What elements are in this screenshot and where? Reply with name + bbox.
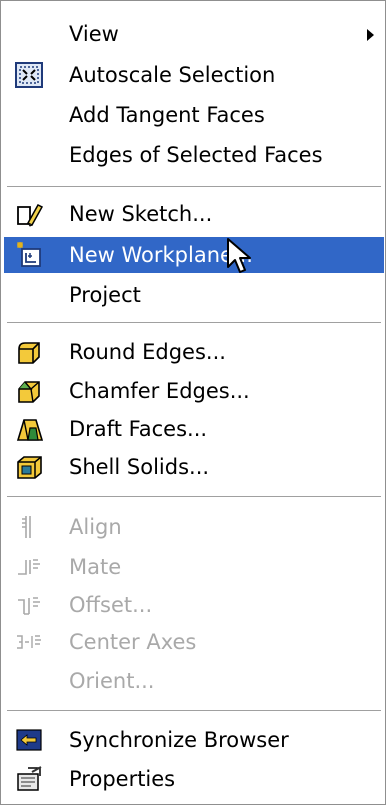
menu-item-shell-solids[interactable]: Shell Solids... bbox=[4, 449, 384, 485]
menu-item-chamfer-edges[interactable]: Chamfer Edges... bbox=[4, 373, 384, 409]
context-menu: View Autoscale Selection Add Tangent Fac… bbox=[0, 0, 386, 805]
menu-item-round-edges[interactable]: Round Edges... bbox=[4, 334, 384, 370]
menu-item-synchronize-browser[interactable]: Synchronize Browser bbox=[4, 722, 384, 758]
menu-item-new-workplane[interactable]: New Workplane... bbox=[4, 237, 384, 273]
menu-item-label: Shell Solids... bbox=[69, 455, 210, 479]
menu-item-add-tangent-faces[interactable]: Add Tangent Faces bbox=[4, 97, 384, 133]
draft-faces-icon bbox=[16, 419, 44, 441]
new-sketch-icon bbox=[17, 204, 44, 227]
new-workplane-icon bbox=[16, 241, 41, 267]
menu-item-center-axes[interactable]: Center Axes bbox=[4, 624, 384, 660]
offset-icon bbox=[18, 597, 40, 615]
center-axes-icon bbox=[17, 635, 41, 649]
menu-item-align[interactable]: Align bbox=[4, 509, 384, 545]
menu-item-label: Align bbox=[69, 515, 122, 539]
menu-item-label: Autoscale Selection bbox=[69, 63, 276, 87]
menu-item-label: Synchronize Browser bbox=[69, 728, 289, 752]
menu-separator bbox=[7, 186, 381, 188]
menu-item-label: Add Tangent Faces bbox=[69, 103, 265, 127]
menu-item-label: Project bbox=[69, 283, 141, 307]
menu-item-view[interactable]: View bbox=[4, 16, 384, 52]
submenu-arrow-icon bbox=[367, 29, 374, 41]
menu-item-label: Draft Faces... bbox=[69, 417, 208, 441]
chamfer-edges-icon bbox=[18, 381, 40, 403]
menu-item-new-sketch[interactable]: New Sketch... bbox=[4, 196, 384, 232]
menu-item-properties[interactable]: Properties bbox=[4, 761, 384, 797]
menu-item-offset[interactable]: Offset... bbox=[4, 587, 384, 623]
round-edges-icon bbox=[18, 342, 40, 364]
menu-item-mate[interactable]: Mate bbox=[4, 549, 384, 585]
menu-item-label: Offset... bbox=[69, 593, 153, 617]
menu-item-edges-of-selected-faces[interactable]: Edges of Selected Faces bbox=[4, 137, 384, 173]
menu-item-label: Chamfer Edges... bbox=[69, 379, 250, 403]
menu-item-project[interactable]: Project bbox=[4, 277, 384, 313]
menu-separator bbox=[7, 496, 381, 498]
properties-icon bbox=[17, 766, 42, 791]
menu-item-label: Properties bbox=[69, 767, 176, 791]
synchronize-browser-icon bbox=[16, 729, 42, 751]
mouse-pointer-icon bbox=[227, 238, 251, 273]
menu-item-label: Orient... bbox=[69, 669, 155, 693]
menu-separator bbox=[7, 710, 381, 712]
autoscale-icon bbox=[15, 62, 43, 88]
menu-item-autoscale-selection[interactable]: Autoscale Selection bbox=[4, 57, 384, 93]
menu-item-label: Round Edges... bbox=[69, 340, 226, 364]
menu-separator bbox=[7, 322, 381, 324]
align-icon bbox=[22, 516, 31, 538]
menu-item-label: New Sketch... bbox=[69, 202, 213, 226]
menu-item-orient[interactable]: Orient... bbox=[4, 663, 384, 699]
menu-item-label: Center Axes bbox=[69, 630, 197, 654]
menu-item-label: View bbox=[69, 22, 119, 46]
menu-item-label: Mate bbox=[69, 555, 122, 579]
menu-item-label: Edges of Selected Faces bbox=[69, 143, 323, 167]
menu-item-draft-faces[interactable]: Draft Faces... bbox=[4, 411, 384, 447]
shell-solids-icon bbox=[17, 456, 42, 479]
mate-icon bbox=[18, 559, 40, 575]
